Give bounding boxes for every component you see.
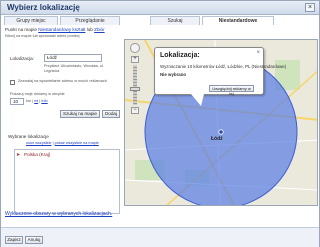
tab-browse[interactable]: Przeglądanie	[60, 16, 120, 25]
radius-units-row: km | mi | Info	[26, 99, 48, 103]
left-pane: Punkt na mapie Niestandardowy kształt lu…	[4, 26, 122, 221]
location-input[interactable]: Łódź	[44, 54, 102, 62]
remove-item-icon[interactable]: ▸	[17, 151, 20, 158]
radius-unit-mi-link[interactable]: mi	[34, 99, 38, 103]
add-location-button[interactable]: Dodaj	[102, 110, 120, 118]
selected-actions-row: usuń wszystkie | pokaż wszystkie na mapi…	[26, 141, 99, 145]
close-icon[interactable]: ×	[305, 3, 315, 12]
tab-custom[interactable]: Niestandardowe	[202, 16, 274, 25]
dialog-title: Wybierz lokalizację	[7, 3, 80, 12]
custom-shape-link[interactable]: Niestandardowy kształt	[38, 27, 85, 32]
point-mode-row: Punkt na mapie Niestandardowy kształt lu…	[5, 27, 105, 32]
include-ads-button[interactable]: Uwzględnij reklamy w tej	[209, 85, 254, 96]
center-marker	[218, 129, 224, 135]
info-address: Wyznaczanie 10 kilometrów Łódź, Łódzkie,…	[160, 64, 287, 69]
find-on-map-button[interactable]: Szukaj na mapie	[60, 110, 100, 118]
remove-all-link[interactable]: usuń wszystkie	[26, 141, 52, 145]
location-example: Przykład: Ulica/miasto, Wrocław, ul. Leg…	[44, 64, 104, 73]
separator-text-3: |	[52, 141, 54, 145]
show-address-label: Zezwalaj na wyświetlanie adresu w moich …	[18, 79, 107, 83]
tab-search[interactable]: Szukaj	[150, 16, 200, 25]
radius-unit-km: km	[26, 99, 32, 103]
city-label: Łódź	[211, 136, 223, 142]
show-all-link[interactable]: pokaż wszystkie na mapie	[55, 141, 99, 145]
zoom-slider-handle[interactable]	[130, 87, 140, 91]
dialog-footer: Zapisz Anuluj	[1, 227, 319, 247]
radius-info-link[interactable]: Info	[41, 99, 47, 103]
list-item-label: Polska (Kraj)	[24, 152, 51, 157]
map-hint: Kliknij na mapie lub wprowadź adres poni…	[5, 34, 80, 38]
radius-input[interactable]: 10	[10, 98, 24, 105]
zoom-out-icon[interactable]: −	[131, 107, 139, 114]
location-label: Lokalizacja:	[10, 56, 35, 61]
dialog-titlebar: Wybierz lokalizację ×	[1, 1, 319, 15]
info-window-pointer	[191, 94, 204, 106]
list-item[interactable]: ▸ Polska (Kraj)	[16, 152, 118, 159]
show-address-checkbox[interactable]	[10, 80, 15, 85]
separator-text: |	[32, 99, 34, 103]
cancel-button[interactable]: Anuluj	[25, 236, 43, 244]
zoom-slider[interactable]	[133, 65, 137, 105]
location-info-window: Lokalizacja: × Wyznaczanie 10 kilometrów…	[154, 47, 286, 96]
set-link[interactable]: Zbiór	[94, 27, 104, 32]
tab-bar: Grupy miejsc Przeglądanie Szukaj Niestan…	[4, 16, 318, 25]
location-dialog: Wybierz lokalizację × Grupy miejsc Przeg…	[0, 0, 320, 247]
excluded-areas-link[interactable]: Wykluczone obszary w wybranych lokalizac…	[5, 211, 112, 217]
radius-text: Pokazuj moje reklamy w obrębie	[10, 92, 65, 96]
point-mode-label: Punkt na mapie	[5, 27, 37, 32]
selected-heading: Wybrane lokalizacje	[8, 134, 49, 139]
info-status: Nie wybrano	[160, 72, 187, 77]
selected-locations-list: ▸ Polska (Kraj)	[14, 149, 120, 214]
pan-icon[interactable]	[130, 43, 140, 53]
zoom-in-icon[interactable]: +	[131, 56, 139, 63]
save-button[interactable]: Zapisz	[5, 236, 23, 244]
zoom-control: + −	[128, 43, 142, 115]
tab-place-groups[interactable]: Grupy miejsc	[4, 16, 58, 25]
info-close-icon[interactable]: ×	[256, 50, 260, 56]
or-text: lub	[86, 27, 93, 32]
info-title: Lokalizacja:	[160, 52, 200, 59]
